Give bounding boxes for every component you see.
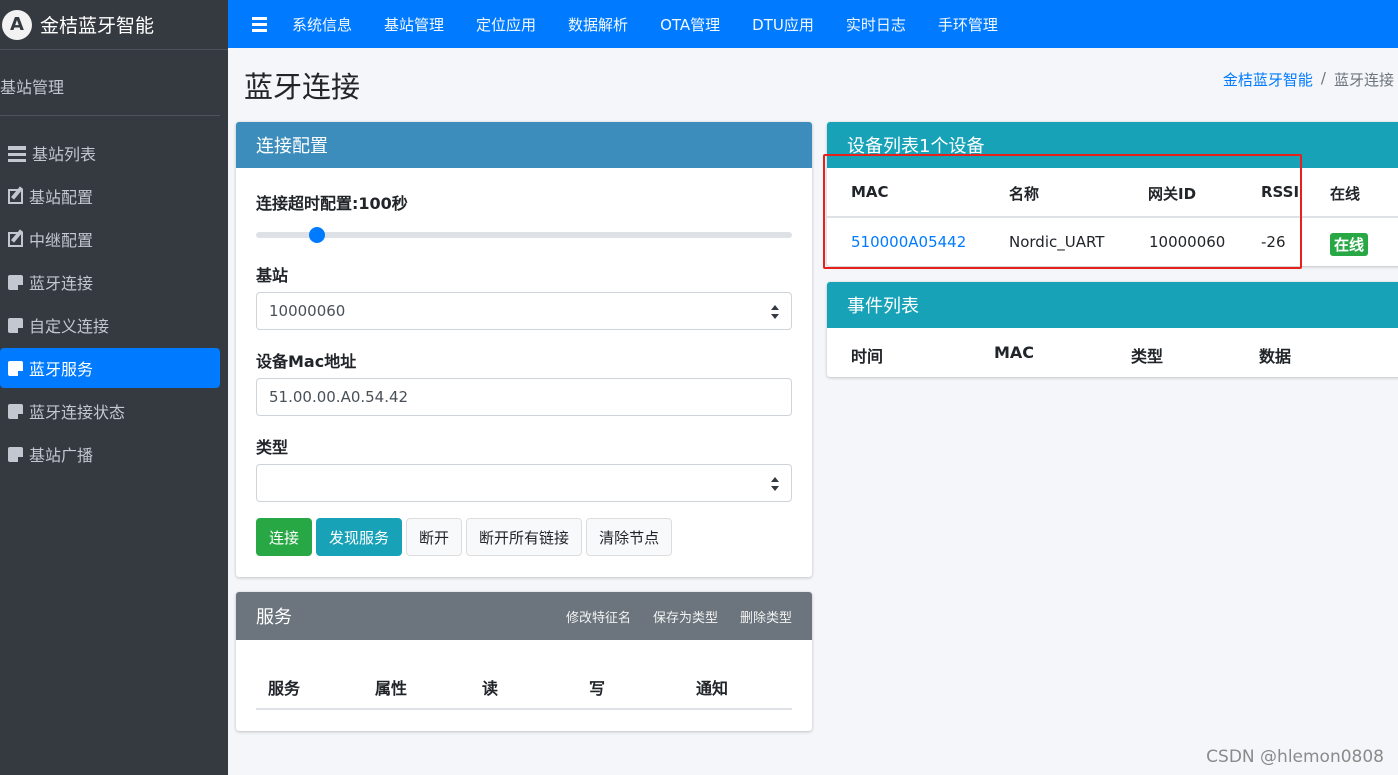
sidebar-item-bt-service[interactable]: 蓝牙服务 xyxy=(0,348,220,388)
column-header: 服务 xyxy=(268,679,301,698)
topnav-dtu[interactable]: DTU应用 xyxy=(752,14,814,35)
save-as-type-link[interactable]: 保存为类型 xyxy=(653,607,718,626)
sidebar-item-station-list[interactable]: 基站列表 xyxy=(0,133,220,173)
sidebar-item-custom-connect[interactable]: 自定义连接 xyxy=(0,305,220,345)
event-list-card: 事件列表 时间 MAC 类型 数据 xyxy=(827,282,1398,377)
sidebar-item-label: 自定义连接 xyxy=(29,317,110,336)
station-select-value: 10000060 xyxy=(269,302,346,320)
column-header: 读 xyxy=(482,679,499,698)
card-title: 事件列表 xyxy=(827,282,1398,328)
station-label: 基站 xyxy=(256,266,289,285)
hamburger-menu-icon[interactable] xyxy=(252,17,267,32)
sidebar-item-label: 蓝牙连接 xyxy=(29,274,94,293)
card-title: 服务 xyxy=(256,607,292,628)
delete-type-link[interactable]: 删除类型 xyxy=(740,607,792,626)
note-icon xyxy=(8,403,23,419)
mac-input[interactable]: 51.00.00.A0.54.42 xyxy=(256,378,792,416)
highlight-annotation-box xyxy=(823,154,1302,269)
sidebar-nav: 基站列表 基站配置 中继配置 蓝牙连接 自定义连接 蓝牙服务 蓝牙连接状态 基站… xyxy=(0,133,228,474)
disconnect-all-button[interactable]: 断开所有链接 xyxy=(466,518,583,556)
type-label: 类型 xyxy=(256,438,289,457)
list-icon xyxy=(8,145,26,162)
breadcrumb-home[interactable]: 金桔蓝牙智能 xyxy=(1223,69,1313,90)
brand[interactable]: A 金桔蓝牙智能 xyxy=(0,0,228,50)
topnav-realtime-log[interactable]: 实时日志 xyxy=(846,14,906,35)
column-header: 在线 xyxy=(1330,185,1361,203)
column-header: 类型 xyxy=(1131,347,1164,366)
rename-characteristic-link[interactable]: 修改特征名 xyxy=(566,607,631,626)
topnav-location[interactable]: 定位应用 xyxy=(476,14,536,35)
sidebar: A 金桔蓝牙智能 基站管理 基站列表 基站配置 中继配置 蓝牙连接 自定义连接 … xyxy=(0,0,228,775)
sidebar-item-station-broadcast[interactable]: 基站广播 xyxy=(0,434,220,474)
column-header: 属性 xyxy=(375,679,408,698)
watermark: CSDN @hlemon0808 xyxy=(1206,747,1384,767)
sidebar-item-label: 蓝牙服务 xyxy=(29,360,94,379)
page-title: 蓝牙连接 xyxy=(244,70,361,104)
disconnect-button[interactable]: 断开 xyxy=(406,518,463,556)
connect-button[interactable]: 连接 xyxy=(256,518,313,556)
action-buttons: 连接 发现服务 断开 断开所有链接 清除节点 xyxy=(256,518,673,556)
topnav-ota[interactable]: OTA管理 xyxy=(660,14,720,35)
sidebar-item-label: 蓝牙连接状态 xyxy=(29,403,126,422)
column-header: 时间 xyxy=(851,347,884,366)
sidebar-section-title: 基站管理 xyxy=(0,50,220,116)
column-header: 数据 xyxy=(1259,347,1292,366)
sidebar-item-label: 基站配置 xyxy=(29,188,94,207)
topnav-system-info[interactable]: 系统信息 xyxy=(292,14,352,35)
services-card: 服务 修改特征名 保存为类型 删除类型 服务 属性 读 写 通知 xyxy=(236,592,812,731)
card-title: 连接配置 xyxy=(236,122,812,168)
breadcrumb-current: 蓝牙连接 xyxy=(1333,71,1394,89)
column-header: MAC xyxy=(994,343,1035,362)
event-table-header: 时间 MAC 类型 数据 xyxy=(827,328,1398,377)
mac-label: 设备Mac地址 xyxy=(256,352,357,371)
sidebar-item-bt-status[interactable]: 蓝牙连接状态 xyxy=(0,391,220,431)
topnav-data-parse[interactable]: 数据解析 xyxy=(568,14,628,35)
note-icon xyxy=(8,274,23,290)
edit-icon xyxy=(8,231,23,247)
clear-nodes-button[interactable]: 清除节点 xyxy=(586,518,673,556)
status-badge: 在线 xyxy=(1330,233,1369,256)
discover-services-button[interactable]: 发现服务 xyxy=(316,518,403,556)
note-icon xyxy=(8,360,23,376)
sidebar-item-label: 基站列表 xyxy=(32,145,97,164)
services-card-header: 服务 修改特征名 保存为类型 删除类型 xyxy=(236,592,812,640)
card-tools: 修改特征名 保存为类型 删除类型 xyxy=(566,607,792,626)
brand-name: 金桔蓝牙智能 xyxy=(40,15,155,37)
station-select[interactable]: 10000060 xyxy=(256,292,792,330)
breadcrumb-separator: / xyxy=(1320,69,1326,87)
edit-icon xyxy=(8,188,23,204)
type-select[interactable] xyxy=(256,464,792,502)
column-header: 写 xyxy=(589,679,606,698)
timeout-label: 连接超时配置:100秒 xyxy=(256,194,408,213)
sidebar-item-relay-config[interactable]: 中继配置 xyxy=(0,219,220,259)
select-arrows-icon xyxy=(771,305,779,319)
connection-config-card: 连接配置 连接超时配置:100秒 基站 10000060 设备Mac地址 51.… xyxy=(236,122,812,577)
note-icon xyxy=(8,446,23,462)
breadcrumb: 金桔蓝牙智能 / 蓝牙连接 xyxy=(1223,69,1394,90)
sidebar-item-bt-connect[interactable]: 蓝牙连接 xyxy=(0,262,220,302)
column-header: 通知 xyxy=(696,679,729,698)
topnav-station-mgmt[interactable]: 基站管理 xyxy=(384,14,444,35)
topnav-wristband[interactable]: 手环管理 xyxy=(938,14,998,35)
sidebar-item-label: 中继配置 xyxy=(29,231,94,250)
slider-thumb[interactable] xyxy=(309,227,325,243)
top-navbar: 系统信息 基站管理 定位应用 数据解析 OTA管理 DTU应用 实时日志 手环管… xyxy=(228,0,1398,48)
note-icon xyxy=(8,317,23,333)
sidebar-item-station-config[interactable]: 基站配置 xyxy=(0,176,220,216)
sidebar-item-label: 基站广播 xyxy=(29,446,94,465)
select-arrows-icon xyxy=(771,477,779,491)
services-table-header: 服务 属性 读 写 通知 xyxy=(256,662,792,710)
mac-input-value: 51.00.00.A0.54.42 xyxy=(269,388,409,406)
brand-logo: A xyxy=(2,9,32,40)
timeout-slider[interactable] xyxy=(256,227,792,243)
